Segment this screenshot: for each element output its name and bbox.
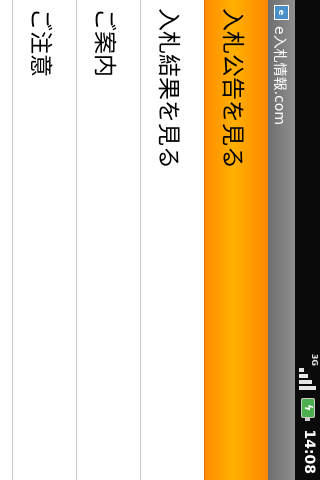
title-bar: e e入札情報.com bbox=[268, 0, 295, 480]
charging-bolt-icon: ϟ bbox=[302, 404, 315, 412]
status-bar: 3G ϟ 14:08 bbox=[295, 0, 320, 480]
signal-bar bbox=[299, 368, 304, 372]
network-type-indicator: 3G bbox=[310, 354, 319, 366]
signal-bar bbox=[299, 374, 308, 378]
menu-item-label: ご注意 bbox=[27, 8, 53, 77]
menu-item-label: 入札公告を見る bbox=[219, 8, 245, 169]
menu-item-guide[interactable]: ご案内 bbox=[76, 0, 140, 480]
battery-charging-icon: ϟ bbox=[301, 398, 315, 418]
signal-bar bbox=[299, 386, 316, 390]
menu-item-bid-results[interactable]: 入札結果を見る bbox=[140, 0, 204, 480]
menu-item-notice[interactable]: ご注意 bbox=[12, 0, 76, 480]
menu-item-bid-announcements[interactable]: 入札公告を見る bbox=[204, 0, 268, 480]
app-icon-letter: e bbox=[277, 9, 286, 16]
rotated-content: 3G ϟ 14:08 e e入札情報.com 入札公告を見る 入札結果を見る ご… bbox=[0, 0, 320, 480]
app-icon: e bbox=[274, 5, 289, 20]
app-title: e入札情報.com bbox=[271, 26, 287, 125]
screen: 3G ϟ 14:08 e e入札情報.com 入札公告を見る 入札結果を見る ご… bbox=[0, 0, 320, 480]
main-menu-list: 入札公告を見る 入札結果を見る ご案内 ご注意 bbox=[0, 0, 268, 480]
signal-strength-icon bbox=[299, 368, 316, 390]
signal-bar bbox=[299, 380, 312, 384]
menu-item-label: ご案内 bbox=[91, 8, 117, 77]
network-type-label: 3G bbox=[310, 353, 319, 366]
status-clock: 14:08 bbox=[301, 429, 317, 474]
menu-item-label: 入札結果を見る bbox=[155, 8, 181, 169]
